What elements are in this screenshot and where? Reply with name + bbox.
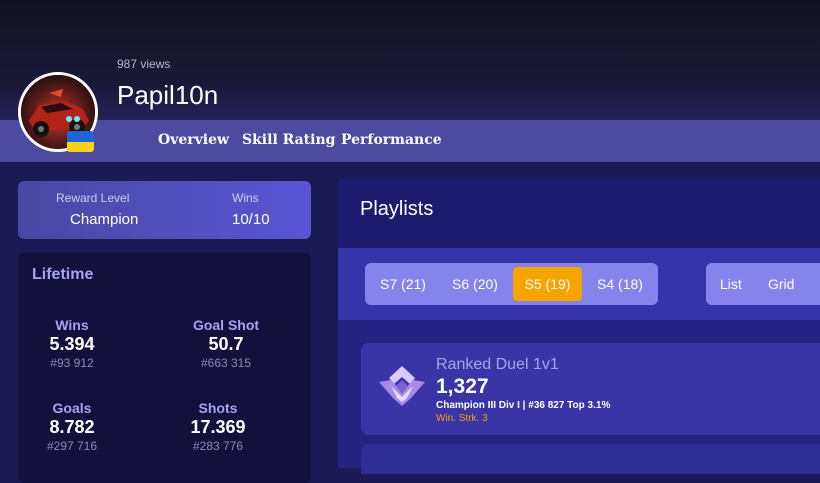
tab-overview[interactable]: Overview [158, 132, 229, 148]
stat-rank: #283 776 [192, 439, 244, 453]
stat-name: Wins [55, 317, 89, 333]
stat-name: Goal Shot [192, 317, 260, 333]
reward-wins-value: 10/10 [232, 211, 270, 228]
stat-rank: #297 716 [46, 439, 98, 453]
playlist-rating: 1,327 [436, 375, 489, 398]
stat-shots: Shots 17.369 #283 776 [158, 400, 278, 453]
playlist-card[interactable] [361, 343, 820, 435]
lifetime-card: Lifetime Wins 5.394 #93 912 Goal Shot 50… [18, 253, 311, 483]
playlist-rank-detail: Champion III Div I | #36 827 Top 3.1% [436, 400, 611, 411]
view-count: 987 views [117, 57, 171, 71]
view-mode-selector: List Grid [706, 263, 820, 305]
stat-goals: Goals 8.782 #297 716 [12, 400, 132, 453]
playlists-title: Playlists [360, 198, 434, 220]
stat-value: 50.7 [208, 334, 244, 354]
stat-value: 5.394 [49, 334, 95, 354]
reward-level-value: Champion [70, 211, 139, 228]
lifetime-title: Lifetime [32, 266, 94, 283]
season-selector: S7 (21) S6 (20) S5 (19) S4 (18) [365, 263, 658, 305]
ukraine-flag-icon [67, 131, 94, 152]
stat-value: 8.782 [49, 417, 95, 437]
stat-name: Shots [198, 400, 238, 416]
playlist-name: Ranked Duel 1v1 [436, 356, 559, 373]
season-button-s7[interactable]: S7 (21) [369, 263, 437, 305]
tab-performance[interactable]: Performance [341, 132, 442, 148]
stat-rank: #663 315 [200, 356, 252, 370]
stat-value: 17.369 [190, 417, 246, 437]
reward-level-label: Reward Level [56, 191, 130, 205]
playlist-card[interactable] [361, 444, 820, 474]
reward-level-card: Reward Level Champion Wins 10/10 [18, 181, 311, 239]
stat-rank: #93 912 [50, 356, 94, 370]
stat-goal-shot: Goal Shot 50.7 #663 315 [166, 317, 286, 370]
champion-rank-icon [379, 366, 425, 406]
season-button-s6[interactable]: S6 (20) [441, 263, 509, 305]
stat-name: Goals [52, 400, 92, 416]
tab-skill-rating[interactable]: Skill Rating [242, 132, 335, 148]
stat-wins: Wins 5.394 #93 912 [12, 317, 132, 370]
view-list-button[interactable]: List [720, 263, 742, 305]
season-button-s4[interactable]: S4 (18) [586, 263, 654, 305]
view-grid-button[interactable]: Grid [768, 263, 794, 305]
reward-wins-label: Wins [232, 191, 259, 205]
playlist-win-streak: Win. Strk. 3 [436, 413, 488, 424]
username: Papil10n [117, 80, 219, 110]
season-button-s5[interactable]: S5 (19) [513, 267, 582, 301]
